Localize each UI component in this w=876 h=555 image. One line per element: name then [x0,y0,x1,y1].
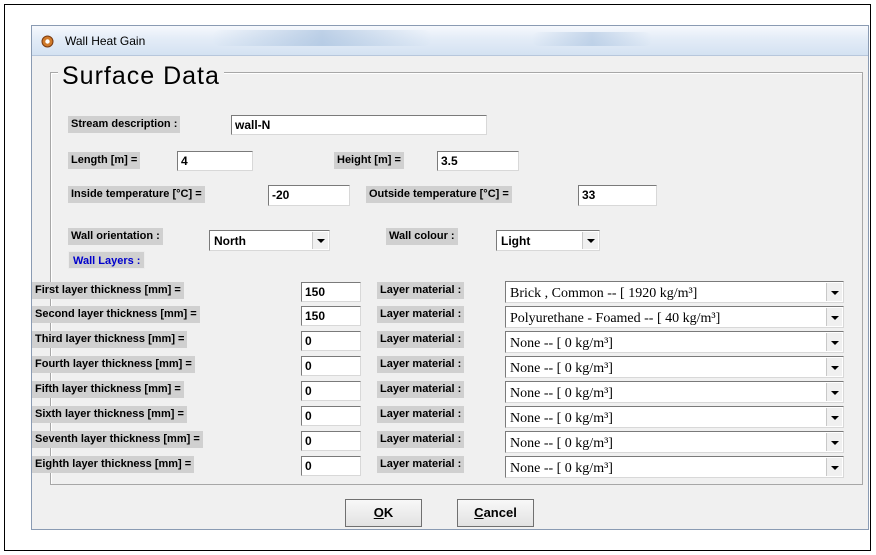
title-bar[interactable]: Wall Heat Gain [32,26,868,56]
layer-material-select[interactable]: None -- [ 0 kg/m³] [505,406,844,428]
layer-thickness-input[interactable]: 150 [301,282,361,302]
title-bar-blur [212,30,432,46]
layer-material-select[interactable]: None -- [ 0 kg/m³] [505,381,844,403]
layer-material-label: Layer material : [377,306,465,323]
layer-thickness-input[interactable]: 0 [301,381,361,401]
layer-material-value: None -- [ 0 kg/m³] [510,361,613,376]
ok-label: K [383,505,394,520]
cancel-button[interactable]: Cancel [457,499,534,527]
layer-thickness-label: Sixth layer thickness [mm] = [32,406,187,423]
chevron-down-icon[interactable] [826,383,842,401]
layer-thickness-input[interactable]: 0 [301,331,361,351]
cancel-mnemonic: C [474,505,484,520]
layer-material-select[interactable]: None -- [ 0 kg/m³] [505,356,844,378]
layer-material-label: Layer material : [377,331,465,348]
layer-material-value: None -- [ 0 kg/m³] [510,411,613,426]
layer-material-select[interactable]: Brick , Common -- [ 1920 kg/m³] [505,281,844,303]
wall-layers-tab[interactable]: Wall Layers : [68,251,146,269]
title-bar-blur [532,32,652,46]
stream-description-label: Stream description : [68,116,181,133]
cancel-label: ancel [483,505,517,520]
layer-thickness-label: Seventh layer thickness [mm] = [32,431,203,448]
wall-colour-value: Light [501,234,531,248]
layer-thickness-input[interactable]: 150 [301,306,361,326]
height-input[interactable]: 3.5 [437,151,519,171]
wall-orientation-label: Wall orientation : [68,228,163,245]
layer-material-select[interactable]: None -- [ 0 kg/m³] [505,331,844,353]
layer-thickness-label: Fifth layer thickness [mm] = [32,381,184,398]
layer-material-label: Layer material : [377,381,465,398]
wall-colour-select[interactable]: Light [496,230,600,251]
chevron-down-icon[interactable] [826,333,842,351]
chevron-down-icon[interactable] [826,283,842,301]
layer-material-select[interactable]: Polyurethane - Foamed -- [ 40 kg/m³] [505,306,844,328]
chevron-down-icon[interactable] [826,408,842,426]
window-title: Wall Heat Gain [65,34,146,48]
height-label: Height [m] = [334,152,404,169]
chevron-down-icon[interactable] [826,358,842,376]
layer-material-value: None -- [ 0 kg/m³] [510,386,613,401]
length-label: Length [m] = [68,152,141,169]
chevron-down-icon[interactable] [826,458,842,476]
layer-thickness-label: Fourth layer thickness [mm] = [32,356,195,373]
screenshot-frame: Wall Heat Gain Surface Data Stream descr… [4,4,871,551]
wall-orientation-value: North [214,234,246,248]
wall-orientation-select[interactable]: North [209,230,330,251]
chevron-down-icon[interactable] [312,232,328,249]
group-title: Surface Data [58,62,224,91]
ok-mnemonic: O [373,505,384,520]
layer-thickness-label: Eighth layer thickness [mm] = [32,456,195,473]
chevron-down-icon[interactable] [826,308,842,326]
outside-temperature-label: Outside temperature [°C] = [366,186,512,203]
layer-thickness-input[interactable]: 0 [301,456,361,476]
layer-material-select[interactable]: None -- [ 0 kg/m³] [505,456,844,478]
layer-thickness-label: First layer thickness [mm] = [32,282,184,299]
layer-material-label: Layer material : [377,456,465,473]
layer-thickness-input[interactable]: 0 [301,431,361,451]
layer-material-select[interactable]: None -- [ 0 kg/m³] [505,431,844,453]
layer-material-value: Polyurethane - Foamed -- [ 40 kg/m³] [510,311,721,326]
layer-material-label: Layer material : [377,431,465,448]
ok-button[interactable]: OK [345,499,422,527]
layer-material-value: None -- [ 0 kg/m³] [510,436,613,451]
inside-temperature-label: Inside temperature [°C] = [68,186,205,203]
layer-thickness-label: Third layer thickness [mm] = [32,331,188,348]
layer-thickness-input[interactable]: 0 [301,406,361,426]
dialog-window: Wall Heat Gain Surface Data Stream descr… [31,25,869,530]
stream-description-input[interactable]: wall-N [231,115,487,135]
layer-material-label: Layer material : [377,356,465,373]
chevron-down-icon[interactable] [582,232,598,249]
gear-icon [41,35,54,48]
length-input[interactable]: 4 [177,151,253,171]
layer-material-value: None -- [ 0 kg/m³] [510,461,613,476]
layer-material-value: Brick , Common -- [ 1920 kg/m³] [510,286,698,301]
layer-material-label: Layer material : [377,282,465,299]
inside-temperature-input[interactable]: -20 [268,185,350,206]
layer-thickness-input[interactable]: 0 [301,356,361,376]
outside-temperature-input[interactable]: 33 [578,185,657,206]
layer-thickness-label: Second layer thickness [mm] = [32,306,200,323]
layer-material-label: Layer material : [377,406,465,423]
wall-colour-label: Wall colour : [386,228,458,245]
layer-material-value: None -- [ 0 kg/m³] [510,336,613,351]
chevron-down-icon[interactable] [826,433,842,451]
